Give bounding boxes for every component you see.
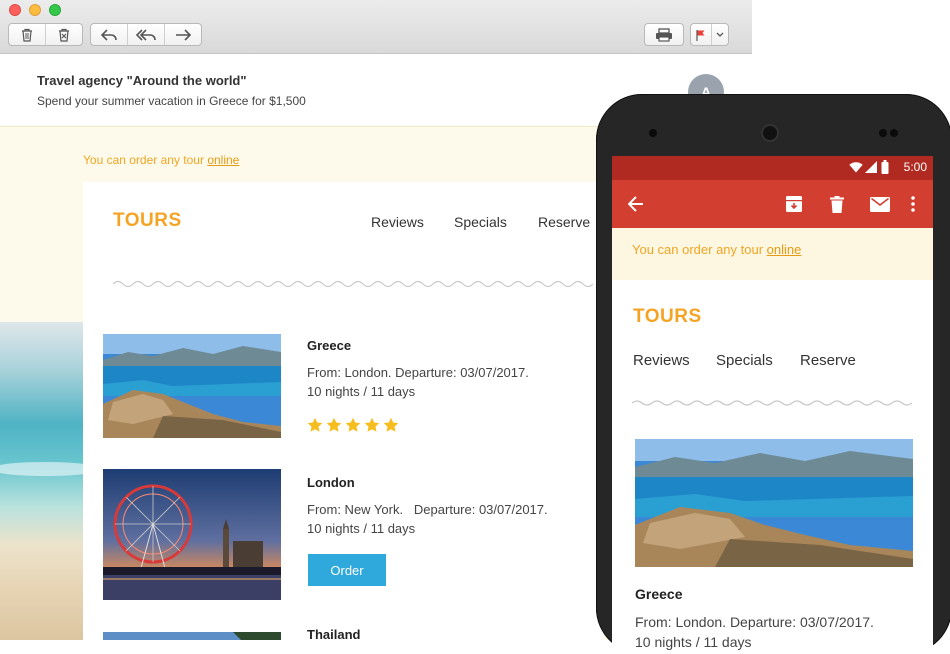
phone-tour-details-greece: From: London. Departure: 03/07/2017. 10 … <box>635 614 874 650</box>
phone-online-link[interactable]: online <box>767 242 802 257</box>
battery-icon <box>881 160 889 174</box>
archive-button[interactable] <box>782 192 806 216</box>
beach-background-image <box>0 322 84 640</box>
flag-button-group <box>690 23 729 46</box>
close-window-button[interactable] <box>9 4 21 16</box>
reply-button[interactable] <box>91 24 128 45</box>
junk-icon <box>59 28 69 42</box>
phone-screen: 5:00 You can order any tour online TOURS <box>612 156 933 654</box>
delete-button[interactable] <box>825 192 849 216</box>
minimize-window-button[interactable] <box>29 4 41 16</box>
reply-button-group <box>90 23 202 46</box>
phone-order-notice-text: You can order any tour <box>632 242 767 257</box>
reply-all-icon <box>136 28 156 41</box>
star-icon <box>364 417 380 432</box>
reply-all-button[interactable] <box>128 24 165 45</box>
flag-menu-button[interactable] <box>712 24 728 45</box>
delete-icon <box>830 195 844 213</box>
print-icon <box>656 27 672 42</box>
phone-wavy-divider <box>632 400 912 406</box>
delete-button-group <box>8 23 83 46</box>
android-phone: 5:00 You can order any tour online TOURS <box>596 94 950 654</box>
wifi-icon <box>849 162 863 173</box>
earpiece-speaker <box>761 124 779 142</box>
phone-tour-title-greece: Greece <box>635 586 683 602</box>
cell-signal-icon <box>865 161 877 173</box>
tour-details-greece: From: London. Departure: 03/07/2017. 10 … <box>307 365 529 399</box>
zoom-window-button[interactable] <box>49 4 61 16</box>
mail-icon <box>870 196 890 212</box>
junk-button[interactable] <box>46 24 82 45</box>
phone-greece-tour-image <box>635 439 913 567</box>
print-button-group <box>644 23 684 46</box>
front-sensor <box>649 129 657 137</box>
delete-button[interactable] <box>9 24 46 45</box>
mail-toolbar <box>0 0 752 54</box>
phone-nav-link-reserve[interactable]: Reserve <box>800 352 856 369</box>
mark-unread-button[interactable] <box>868 192 892 216</box>
forward-icon <box>176 28 191 41</box>
tour-title-greece: Greece <box>307 338 352 353</box>
order-notice-text: You can order any tour <box>83 153 208 167</box>
london-tour-image <box>103 469 281 600</box>
phone-order-notice: You can order any tour online <box>632 242 801 257</box>
phone-brand-logo: TOURS <box>633 306 702 327</box>
archive-icon <box>786 196 802 212</box>
chevron-down-icon <box>716 32 724 37</box>
proximity-sensor <box>879 129 887 137</box>
order-button[interactable]: Order <box>308 554 386 586</box>
back-arrow-icon <box>628 196 643 212</box>
star-icon <box>326 417 342 432</box>
star-icon <box>345 417 361 432</box>
status-bar: 5:00 <box>612 156 933 180</box>
nav-link-specials[interactable]: Specials <box>454 214 507 230</box>
forward-button[interactable] <box>165 24 201 45</box>
more-vert-icon <box>911 196 915 212</box>
star-icon <box>307 417 323 432</box>
sender-name: Travel agency "Around the world" <box>37 73 247 88</box>
flag-icon <box>696 29 705 41</box>
back-button[interactable] <box>624 192 648 216</box>
status-time: 5:00 <box>903 160 927 174</box>
tour-details-london: From: New York. Departure: 03/07/2017. 1… <box>307 502 548 536</box>
star-icon <box>383 417 399 432</box>
flag-button[interactable] <box>691 24 712 45</box>
order-notice: You can order any tour online <box>83 153 239 167</box>
trash-icon <box>22 28 32 42</box>
tour-title-thailand: Thailand <box>307 627 361 640</box>
online-link[interactable]: online <box>207 153 239 167</box>
phone-nav-link-specials[interactable]: Specials <box>716 352 773 369</box>
app-bar <box>612 180 933 228</box>
brand-logo: TOURS <box>113 210 182 231</box>
newsletter-card: TOURS Reviews Specials Reserve Greece Fr… <box>83 182 603 640</box>
wavy-divider <box>113 280 593 288</box>
rating-stars <box>307 417 399 433</box>
reply-icon <box>101 28 117 41</box>
more-options-button[interactable] <box>901 192 925 216</box>
front-camera <box>890 129 898 137</box>
nav-link-reviews[interactable]: Reviews <box>371 214 424 230</box>
thailand-tour-image <box>103 632 281 640</box>
nav-link-reserve[interactable]: Reserve <box>538 214 590 230</box>
print-button[interactable] <box>645 24 683 45</box>
greece-tour-image <box>103 334 281 438</box>
tour-title-london: London <box>307 475 355 490</box>
message-subject: Spend your summer vacation in Greece for… <box>37 94 306 108</box>
phone-nav-link-reviews[interactable]: Reviews <box>633 352 690 369</box>
